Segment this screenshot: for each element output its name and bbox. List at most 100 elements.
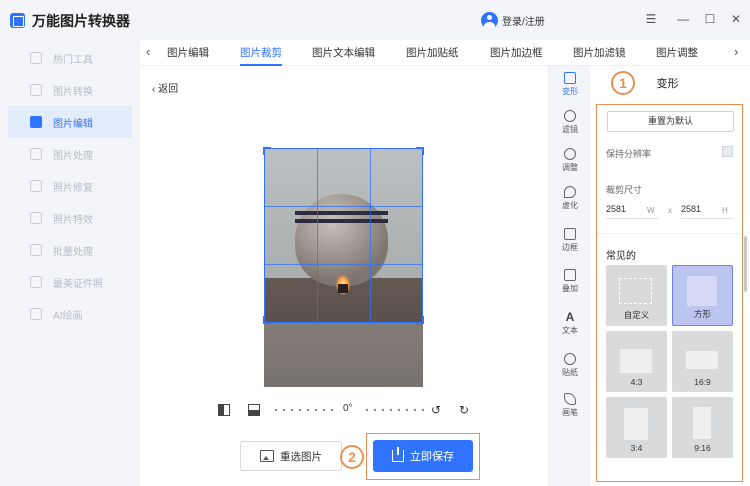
tool-filter[interactable]: 滤镜	[549, 108, 591, 142]
sidebar-item-photo-repair[interactable]: 照片修复	[8, 170, 132, 202]
sidebar-item-label: 照片修复	[53, 182, 93, 194]
sidebar-item-batch[interactable]: 批量处理	[8, 234, 132, 266]
tool-label: 虚化	[562, 201, 578, 210]
menu-icon[interactable]: ☰	[644, 12, 658, 26]
save-label: 立即保存	[410, 451, 454, 463]
reselect-image-button[interactable]: 重选图片	[240, 441, 342, 471]
back-link[interactable]: ‹ 返回	[152, 80, 178, 95]
reset-default-button[interactable]: 重置为默认	[607, 111, 734, 132]
panel-scrollbar[interactable]	[744, 236, 747, 292]
preset-label: 4:3	[630, 377, 643, 387]
crop-handle-bottom-left[interactable]	[263, 316, 271, 324]
tool-transform[interactable]: 变形	[549, 70, 591, 104]
crop-width-input[interactable]: 2581	[606, 204, 626, 214]
sidebar-item-image-edit[interactable]: 图片编辑	[8, 106, 132, 138]
sidebar-item-hot-tools[interactable]: 热门工具	[8, 42, 132, 74]
transform-panel: 1 变形 重置为默认 保持分辨率 裁剪尺寸 2581 W x 2581 H 常见…	[590, 66, 750, 486]
ai-paint-icon	[30, 308, 42, 320]
crop-handle-bottom-right[interactable]	[416, 316, 424, 324]
tab-next-icon[interactable]: ›	[734, 44, 738, 59]
rotate-slider-left[interactable]	[272, 409, 336, 411]
sidebar-item-label: 批量处理	[53, 246, 93, 258]
tool-label: 边框	[562, 243, 578, 252]
tool-label: 画笔	[562, 408, 578, 417]
preset-label: 自定义	[623, 310, 650, 320]
login-button[interactable]: 登录/注册	[481, 11, 545, 29]
sidebar: 热门工具 图片转换 图片编辑 图片处理 照片修复 照片特效 批量处理 最美证件照…	[0, 40, 140, 486]
editor-canvas-area: ‹ 返回 0° ↺ ↻ 重选图片 2 立即保存	[140, 66, 548, 486]
preset-custom[interactable]: 自定义	[606, 265, 667, 326]
app-title: 万能图片转换器	[32, 13, 130, 29]
keep-resolution-label: 保持分辨率	[606, 149, 652, 159]
rotate-bar: 0° ↺ ↻	[218, 403, 474, 417]
blur-icon	[564, 186, 576, 198]
image-icon	[260, 450, 274, 462]
sidebar-item-label: 最美证件照	[53, 278, 103, 290]
tool-brush[interactable]: 画笔	[549, 391, 591, 425]
sidebar-item-label: 图片转换	[53, 86, 93, 98]
crop-frame[interactable]	[263, 147, 424, 324]
preset-label: 方形	[693, 309, 711, 319]
preset-4-3[interactable]: 4:3	[606, 331, 667, 392]
sidebar-item-label: 图片编辑	[53, 118, 93, 130]
minimize-icon[interactable]: —	[676, 12, 690, 26]
save-button[interactable]: 立即保存	[373, 440, 473, 472]
user-avatar-icon	[481, 11, 498, 29]
rotate-left-icon[interactable]: ↺	[431, 403, 441, 417]
tab-image-sticker[interactable]: 图片加贴纸	[406, 45, 459, 60]
close-icon[interactable]: ✕	[729, 12, 743, 26]
tool-label: 滤镜	[562, 125, 578, 134]
crop-outside-overlay	[264, 323, 423, 387]
sidebar-item-ai-paint[interactable]: AI绘画	[8, 298, 132, 330]
preset-9-16[interactable]: 9:16	[672, 397, 733, 458]
divider	[597, 233, 741, 234]
common-ratios-label: 常见的	[606, 251, 636, 262]
annotation-marker-2: 2	[340, 445, 364, 469]
preset-square[interactable]: 方形	[672, 265, 733, 326]
border-icon	[564, 228, 576, 240]
sidebar-item-photo-effects[interactable]: 照片特效	[8, 202, 132, 234]
rotate-right-icon[interactable]: ↻	[459, 403, 469, 417]
sidebar-item-image-process[interactable]: 图片处理	[8, 138, 132, 170]
tool-adjust[interactable]: 调整	[549, 146, 591, 180]
rotate-slider-right[interactable]	[363, 409, 427, 411]
sidebar-item-label: 照片特效	[53, 214, 93, 226]
maximize-icon[interactable]: ☐	[703, 12, 717, 26]
tab-image-filter[interactable]: 图片加滤镜	[573, 45, 626, 60]
crop-handle-top-right[interactable]	[416, 147, 424, 155]
tool-overlay[interactable]: 叠加	[549, 267, 591, 301]
title-bar: 万能图片转换器 登录/注册 ☰ — ☐ ✕	[0, 0, 750, 40]
tool-label: 贴纸	[562, 368, 578, 377]
crop-handle-top-left[interactable]	[263, 147, 271, 155]
text-icon: A	[565, 310, 575, 324]
tab-prev-icon[interactable]: ‹	[146, 44, 150, 59]
tool-label: 文本	[562, 326, 578, 335]
tab-image-border[interactable]: 图片加边框	[490, 45, 543, 60]
flip-horizontal-icon[interactable]	[218, 404, 230, 416]
tool-blur[interactable]: 虚化	[549, 184, 591, 218]
tool-text[interactable]: A 文本	[549, 309, 591, 343]
crop-height-input[interactable]: 2581	[681, 204, 701, 214]
tab-image-edit[interactable]: 图片编辑	[167, 45, 209, 60]
flip-vertical-icon[interactable]	[248, 404, 260, 416]
preset-3-4[interactable]: 3:4	[606, 397, 667, 458]
tab-image-text-edit[interactable]: 图片文本编辑	[312, 45, 375, 60]
width-underline	[606, 218, 658, 219]
ratio-3-4-shape	[624, 408, 648, 440]
login-label: 登录/注册	[502, 16, 545, 28]
sidebar-item-label: 热门工具	[53, 54, 93, 66]
crop-grid-line	[317, 149, 318, 322]
tab-image-adjust[interactable]: 图片调整	[656, 45, 698, 60]
crop-grid-line	[265, 206, 422, 207]
preset-16-9[interactable]: 16:9	[672, 331, 733, 392]
sidebar-item-label: 图片处理	[53, 150, 93, 162]
tab-image-crop[interactable]: 图片裁剪	[240, 45, 282, 66]
sidebar-item-image-convert[interactable]: 图片转换	[8, 74, 132, 106]
tool-sticker[interactable]: 贴纸	[549, 351, 591, 385]
tool-border[interactable]: 边框	[549, 226, 591, 260]
photo-repair-icon	[30, 180, 42, 192]
batch-icon	[30, 244, 42, 256]
reselect-label: 重选图片	[280, 450, 322, 463]
keep-resolution-checkbox[interactable]	[722, 146, 733, 157]
sidebar-item-id-photo[interactable]: 最美证件照	[8, 266, 132, 298]
